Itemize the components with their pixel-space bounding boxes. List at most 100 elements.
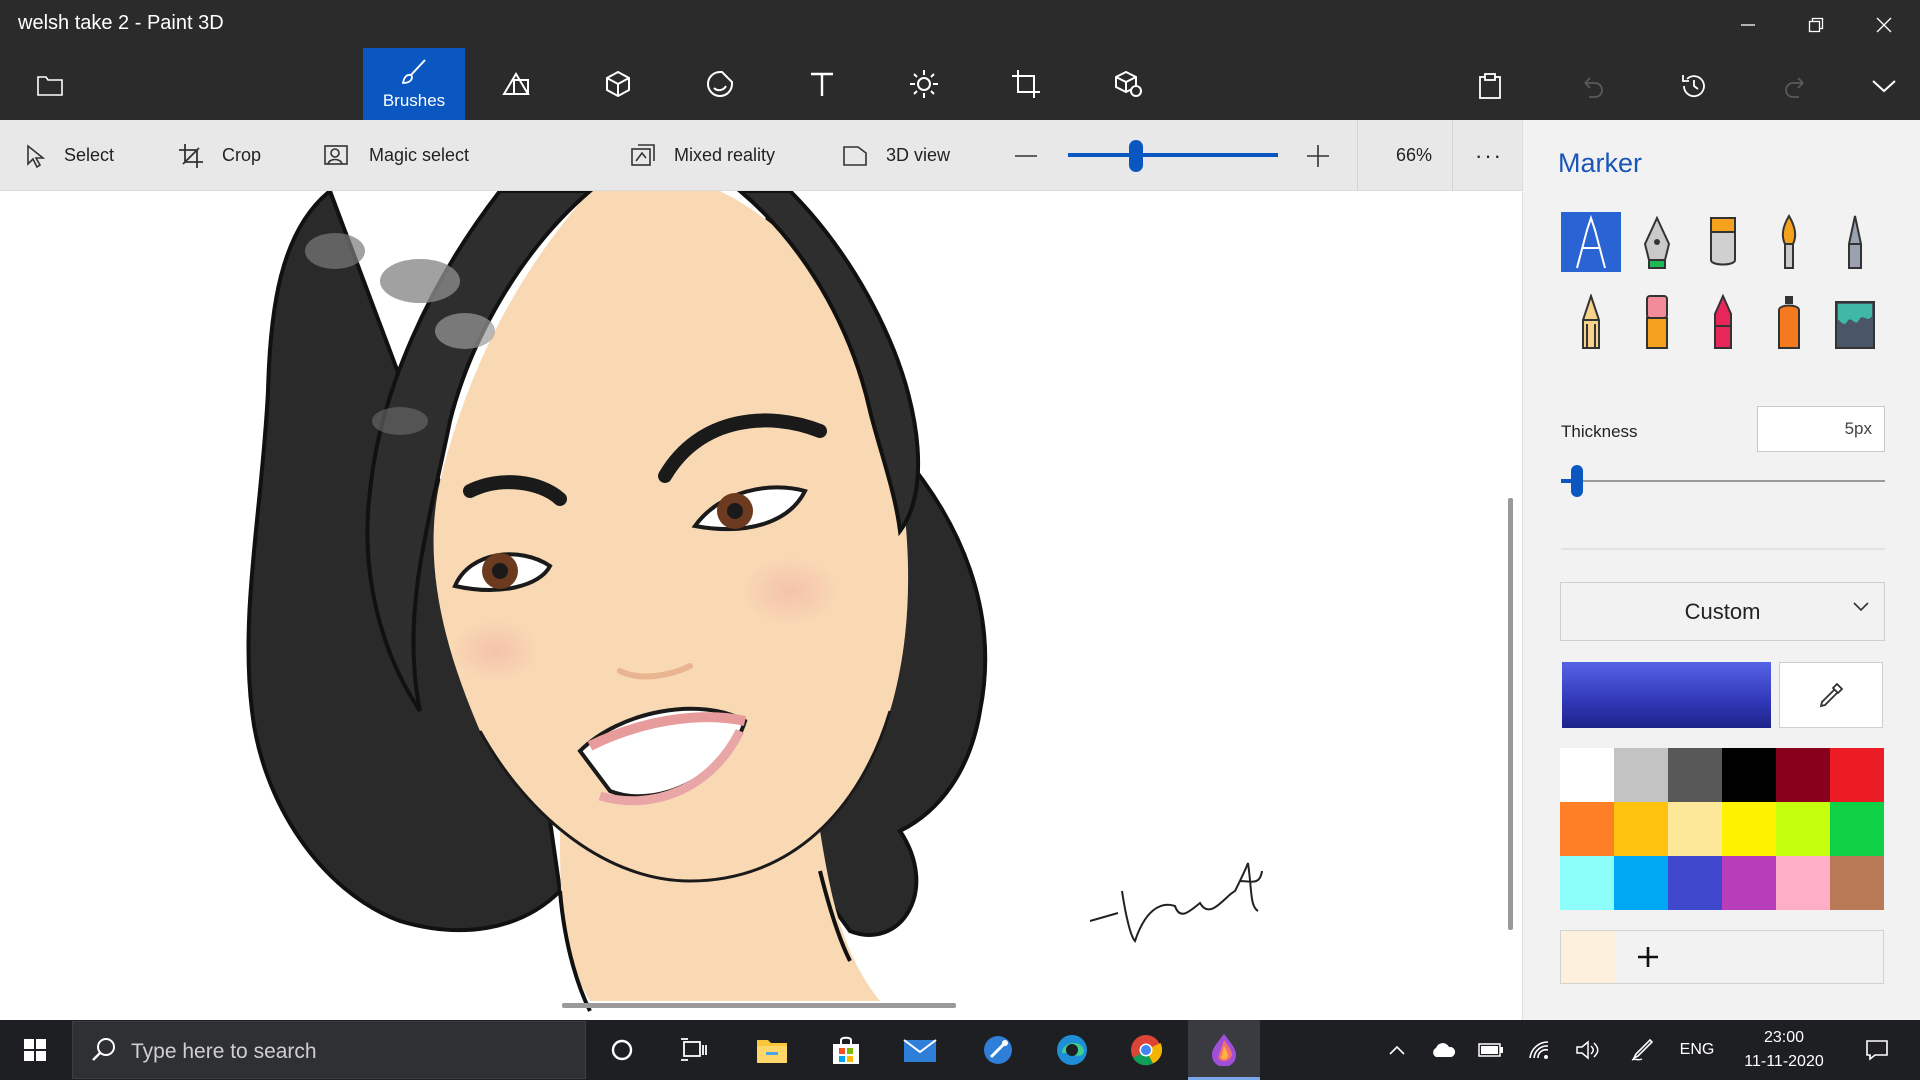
color-swatch[interactable] bbox=[1614, 748, 1668, 802]
pixel-pen-brush[interactable] bbox=[1825, 212, 1885, 272]
clock-date: 11-11-2020 bbox=[1744, 1053, 1824, 1070]
chrome-app[interactable] bbox=[1114, 1020, 1178, 1080]
color-swatch[interactable] bbox=[1668, 748, 1722, 802]
action-center-button[interactable] bbox=[1852, 1020, 1902, 1080]
magic-select-button[interactable]: Magic select bbox=[323, 120, 469, 191]
zoom-out-button[interactable] bbox=[1014, 144, 1038, 168]
mixed-reality-button[interactable]: Mixed reality bbox=[630, 120, 775, 191]
crayon-brush[interactable] bbox=[1693, 292, 1753, 352]
color-swatch[interactable] bbox=[1776, 748, 1830, 802]
battery-button[interactable] bbox=[1474, 1020, 1508, 1080]
color-swatch[interactable] bbox=[1722, 802, 1776, 856]
zoom-percent[interactable]: 66% bbox=[1396, 120, 1432, 191]
edge-app[interactable] bbox=[1040, 1020, 1104, 1080]
network-button[interactable] bbox=[1522, 1020, 1556, 1080]
clock[interactable]: 23:00 11-11-2020 bbox=[1724, 1026, 1844, 1074]
paste-button[interactable] bbox=[1464, 62, 1516, 110]
fill-bucket-brush[interactable] bbox=[1825, 292, 1885, 352]
crayon-icon bbox=[1714, 294, 1732, 349]
current-color-swatch[interactable] bbox=[1562, 662, 1771, 728]
task-view-button[interactable] bbox=[662, 1020, 726, 1080]
marker-brush[interactable] bbox=[1561, 212, 1621, 272]
add-color-button[interactable] bbox=[1621, 931, 1675, 983]
minimize-button[interactable] bbox=[1714, 0, 1782, 50]
color-swatch[interactable] bbox=[1722, 748, 1776, 802]
input-language[interactable]: ENG bbox=[1670, 1020, 1724, 1080]
close-button[interactable] bbox=[1850, 0, 1918, 50]
volume-button[interactable] bbox=[1570, 1020, 1604, 1080]
taskbar-search[interactable]: Type here to search bbox=[72, 1021, 586, 1079]
color-swatch[interactable] bbox=[1668, 802, 1722, 856]
zoom-in-button[interactable] bbox=[1306, 144, 1330, 168]
text-tool[interactable] bbox=[771, 48, 873, 120]
pencil-brush[interactable] bbox=[1561, 292, 1621, 352]
fill-bucket-icon bbox=[1835, 301, 1875, 349]
pencil-icon bbox=[1582, 294, 1600, 349]
canvas-area[interactable] bbox=[0, 191, 1522, 1020]
horizontal-scrollbar[interactable] bbox=[562, 1003, 956, 1008]
marker-icon bbox=[1576, 214, 1606, 269]
eraser-icon bbox=[1646, 295, 1668, 349]
spray-can-brush[interactable] bbox=[1759, 292, 1819, 352]
calligraphy-pen-brush[interactable] bbox=[1627, 212, 1687, 272]
show-hidden-icons-button[interactable] bbox=[1380, 1020, 1414, 1080]
color-swatch[interactable] bbox=[1560, 802, 1614, 856]
onedrive-button[interactable] bbox=[1426, 1020, 1460, 1080]
paint-3d-app[interactable] bbox=[1188, 1020, 1260, 1080]
chevron-down-icon bbox=[1853, 602, 1869, 612]
restore-button[interactable] bbox=[1782, 0, 1850, 50]
expand-button[interactable] bbox=[1858, 62, 1910, 110]
sketch-app[interactable] bbox=[966, 1020, 1030, 1080]
portrait-drawing bbox=[246, 191, 1263, 1012]
canvas-tool[interactable] bbox=[975, 48, 1077, 120]
color-swatch[interactable] bbox=[1614, 856, 1668, 910]
more-options-button[interactable]: ··· bbox=[1475, 120, 1503, 191]
zoom-slider-thumb[interactable] bbox=[1129, 140, 1143, 172]
custom-color-swatch[interactable] bbox=[1561, 931, 1615, 983]
eyedropper-button[interactable] bbox=[1779, 662, 1883, 728]
color-swatch[interactable] bbox=[1830, 748, 1884, 802]
thickness-slider-thumb[interactable] bbox=[1571, 465, 1583, 497]
select-cursor-icon bbox=[27, 143, 46, 168]
color-swatch[interactable] bbox=[1830, 856, 1884, 910]
zoom-slider-track[interactable] bbox=[1068, 153, 1278, 157]
3d-shapes-tool[interactable] bbox=[567, 48, 669, 120]
oil-brush[interactable] bbox=[1693, 212, 1753, 272]
stickers-tool[interactable] bbox=[669, 48, 771, 120]
start-button[interactable] bbox=[0, 1020, 70, 1080]
thickness-slider-track[interactable] bbox=[1561, 480, 1885, 482]
color-swatch[interactable] bbox=[1560, 748, 1614, 802]
edge-icon bbox=[1057, 1035, 1087, 1065]
file-explorer-app[interactable] bbox=[740, 1020, 804, 1080]
cortana-button[interactable] bbox=[590, 1020, 654, 1080]
menu-button[interactable] bbox=[30, 68, 70, 102]
color-swatch[interactable] bbox=[1776, 856, 1830, 910]
store-app[interactable] bbox=[814, 1020, 878, 1080]
3d-view-button[interactable]: 3D view bbox=[842, 120, 950, 191]
color-swatch[interactable] bbox=[1830, 802, 1884, 856]
divider bbox=[1561, 548, 1885, 550]
pen-workspace-button[interactable] bbox=[1625, 1020, 1659, 1080]
eraser-brush[interactable] bbox=[1627, 292, 1687, 352]
undo-button[interactable] bbox=[1566, 62, 1618, 110]
effects-tool[interactable] bbox=[873, 48, 975, 120]
spray-can-icon bbox=[1778, 296, 1800, 349]
thickness-input[interactable]: 5px bbox=[1757, 406, 1885, 452]
color-swatch[interactable] bbox=[1776, 802, 1830, 856]
history-button[interactable] bbox=[1668, 62, 1720, 110]
crop-button[interactable]: Crop bbox=[178, 120, 261, 191]
redo-button[interactable] bbox=[1770, 62, 1822, 110]
2d-shapes-tool[interactable] bbox=[465, 48, 567, 120]
finish-dropdown[interactable]: Custom bbox=[1560, 582, 1885, 641]
3d-library-tool[interactable] bbox=[1077, 48, 1179, 120]
select-button[interactable]: Select bbox=[26, 120, 114, 191]
color-swatch[interactable] bbox=[1560, 856, 1614, 910]
color-swatch[interactable] bbox=[1722, 856, 1776, 910]
color-swatch[interactable] bbox=[1614, 802, 1668, 856]
mail-app[interactable] bbox=[888, 1020, 952, 1080]
brushes-tool[interactable]: Brushes bbox=[363, 48, 465, 120]
color-swatch[interactable] bbox=[1668, 856, 1722, 910]
vertical-scrollbar[interactable] bbox=[1508, 498, 1513, 930]
watercolor-brush[interactable] bbox=[1759, 212, 1819, 272]
3d-cube-icon bbox=[606, 70, 630, 98]
